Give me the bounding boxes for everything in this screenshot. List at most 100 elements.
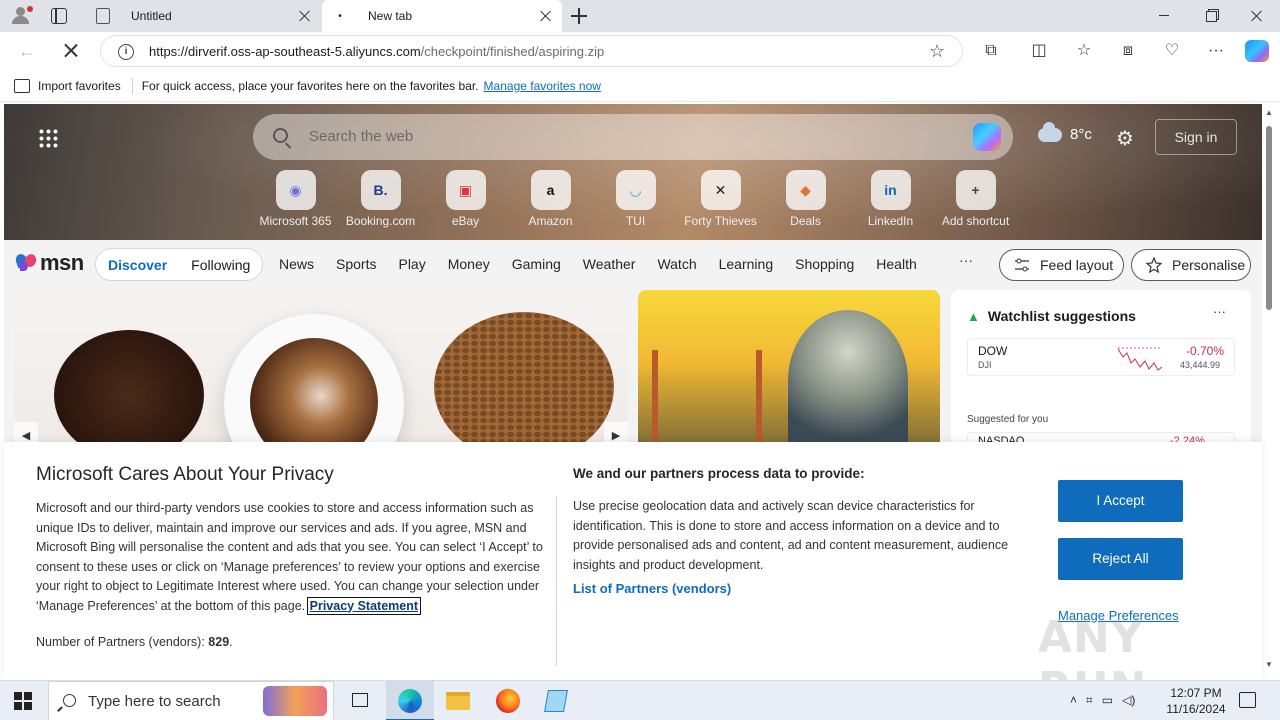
nav-weather[interactable]: Weather <box>583 256 636 272</box>
web-search-box[interactable]: Search the web <box>253 114 1013 160</box>
taskbar-notepad[interactable] <box>532 681 580 720</box>
taskbar-clock[interactable]: 12:07 PM 11/16/2024 <box>1166 685 1226 717</box>
volume-icon[interactable]: ◁) <box>1122 693 1135 708</box>
address-bar[interactable]: i https://dirverif.oss-ap-southeast-5.al… <box>100 35 963 67</box>
taskbar-file-explorer[interactable] <box>434 681 482 720</box>
watchlist-more-button[interactable]: ··· <box>1213 304 1226 319</box>
tab-actions-icon[interactable] <box>51 8 67 24</box>
shortcut-add-shortcut[interactable]: + Add shortcut <box>933 170 1018 228</box>
feed-tabs: Discover Following <box>95 248 264 281</box>
msn-wordmark: msn <box>40 250 84 275</box>
divider <box>556 496 557 666</box>
task-view-icon <box>352 693 368 707</box>
data-processing-description: Use precise geolocation data and activel… <box>573 499 1009 572</box>
nav-health[interactable]: Health <box>876 256 916 272</box>
document-icon <box>96 8 110 24</box>
temperature: 8°c <box>1070 126 1092 143</box>
search-input[interactable]: Search the web <box>309 128 413 145</box>
favorites-bar: Import favorites For quick access, place… <box>0 70 1280 102</box>
nav-gaming[interactable]: Gaming <box>512 256 561 272</box>
shortcut-tui[interactable]: ◡ TUI <box>593 170 678 228</box>
weather-widget[interactable]: 8°c <box>1038 121 1092 143</box>
minimize-button[interactable] <box>1141 0 1187 32</box>
reject-all-button[interactable]: Reject All <box>1058 538 1183 580</box>
url-text[interactable]: https://dirverif.oss-ap-southeast-5.aliy… <box>149 44 604 59</box>
tab-new-tab[interactable]: • New tab <box>322 0 562 32</box>
extensions-icon[interactable]: ⧉ <box>980 40 1002 62</box>
taskbar-edge[interactable] <box>386 681 434 720</box>
nav-play[interactable]: Play <box>398 256 425 272</box>
accept-button[interactable]: I Accept <box>1058 480 1183 522</box>
tab-discover[interactable]: Discover <box>108 257 167 273</box>
copilot-icon[interactable] <box>973 123 1001 151</box>
shortcut-linkedin[interactable]: in LinkedIn <box>848 170 933 228</box>
watchlist-card: ▲ Watchlist suggestions ··· DOW DJI -0.7… <box>951 290 1251 452</box>
profile-icon[interactable] <box>10 6 33 26</box>
featured-story-image[interactable]: ◀ ▶ <box>14 290 628 450</box>
story-image-card[interactable] <box>638 290 940 450</box>
nav-learning[interactable]: Learning <box>719 256 774 272</box>
scroll-up-arrow-icon[interactable]: ▲ <box>1265 108 1273 117</box>
tab-following[interactable]: Following <box>191 257 250 273</box>
forty-thieves-icon: ✕ <box>700 170 741 210</box>
scrollbar-thumb[interactable] <box>1266 126 1272 310</box>
close-tab-icon[interactable] <box>540 10 552 22</box>
browser-essentials-icon[interactable]: ♡ <box>1161 40 1183 62</box>
shortcut-booking[interactable]: B. Booking.com <box>338 170 423 228</box>
nav-watch[interactable]: Watch <box>657 256 696 272</box>
list-of-partners-link[interactable]: List of Partners (vendors) <box>573 581 731 596</box>
collections-icon[interactable]: ⧈ <box>1117 40 1139 62</box>
favorites-icon[interactable]: ☆ <box>1073 40 1095 62</box>
restore-button[interactable] <box>1187 0 1233 32</box>
notifications-icon[interactable] <box>1239 692 1256 708</box>
nav-news[interactable]: News <box>279 256 314 272</box>
shortcut-label: Deals <box>790 214 821 228</box>
settings-gear-icon[interactable]: ⚙ <box>1116 126 1134 151</box>
settings-more-icon[interactable]: ··· <box>1205 40 1227 62</box>
divider <box>131 77 133 94</box>
network-icon[interactable]: ▭ <box>1102 693 1113 708</box>
page-scrollbar[interactable]: ▲ ▼ <box>1262 104 1276 680</box>
import-favorites-button[interactable]: Import favorites <box>38 79 121 93</box>
app-launcher-icon[interactable] <box>38 128 58 148</box>
ground-coffee-image <box>54 330 204 450</box>
personalise-button[interactable]: Personalise <box>1131 249 1251 281</box>
msn-logo[interactable]: msn <box>14 250 84 276</box>
taskbar-search-box[interactable]: Type here to search <box>48 681 334 720</box>
shortcut-amazon[interactable]: a Amazon <box>508 170 593 228</box>
scroll-down-arrow-icon[interactable]: ▼ <box>1265 660 1273 669</box>
stop-loading-button[interactable] <box>62 42 80 60</box>
taskbar-search-input[interactable]: Type here to search <box>88 693 221 710</box>
manage-favorites-link[interactable]: Manage favorites now <box>484 79 601 93</box>
stock-row[interactable]: DOW DJI -0.70% 43,444.99 <box>967 338 1235 376</box>
privacy-statement-link[interactable]: Privacy Statement <box>306 596 422 615</box>
chevron-up-icon[interactable]: ˄ <box>1070 693 1077 708</box>
partners-label: Number of Partners (vendors): <box>36 635 205 649</box>
nav-shopping[interactable]: Shopping <box>795 256 854 272</box>
shortcut-microsoft365[interactable]: ◉ Microsoft 365 <box>253 170 338 228</box>
shortcut-forty-thieves[interactable]: ✕ Forty Thieves <box>678 170 763 228</box>
coffee-beans-image <box>434 312 614 450</box>
site-info-icon[interactable]: i <box>118 44 134 60</box>
tab-untitled[interactable]: Untitled <box>85 0 321 32</box>
back-button[interactable]: ← <box>18 41 36 62</box>
more-categories-button[interactable]: ··· <box>959 252 973 268</box>
shortcut-ebay[interactable]: ▣ eBay <box>423 170 508 228</box>
sign-in-button[interactable]: Sign in <box>1155 119 1237 155</box>
favorite-star-icon[interactable]: ☆ <box>929 41 945 62</box>
close-window-button[interactable] <box>1234 0 1280 32</box>
start-button[interactable] <box>14 692 32 710</box>
task-view-button[interactable] <box>336 681 384 720</box>
split-screen-icon[interactable]: ◫ <box>1028 40 1050 62</box>
shortcut-deals[interactable]: ◆ Deals <box>763 170 848 228</box>
nav-money[interactable]: Money <box>448 256 490 272</box>
close-tab-icon[interactable] <box>299 10 311 22</box>
taskbar-firefox[interactable] <box>484 681 532 720</box>
nav-sports[interactable]: Sports <box>336 256 376 272</box>
clock-time: 12:07 PM <box>1170 686 1222 700</box>
copilot-icon[interactable] <box>1245 40 1269 62</box>
device-icon[interactable]: ⌗ <box>1086 693 1093 708</box>
new-tab-button[interactable] <box>570 7 588 25</box>
favorites-bar-message: For quick access, place your favorites h… <box>141 78 479 93</box>
feed-layout-button[interactable]: Feed layout <box>999 249 1124 281</box>
